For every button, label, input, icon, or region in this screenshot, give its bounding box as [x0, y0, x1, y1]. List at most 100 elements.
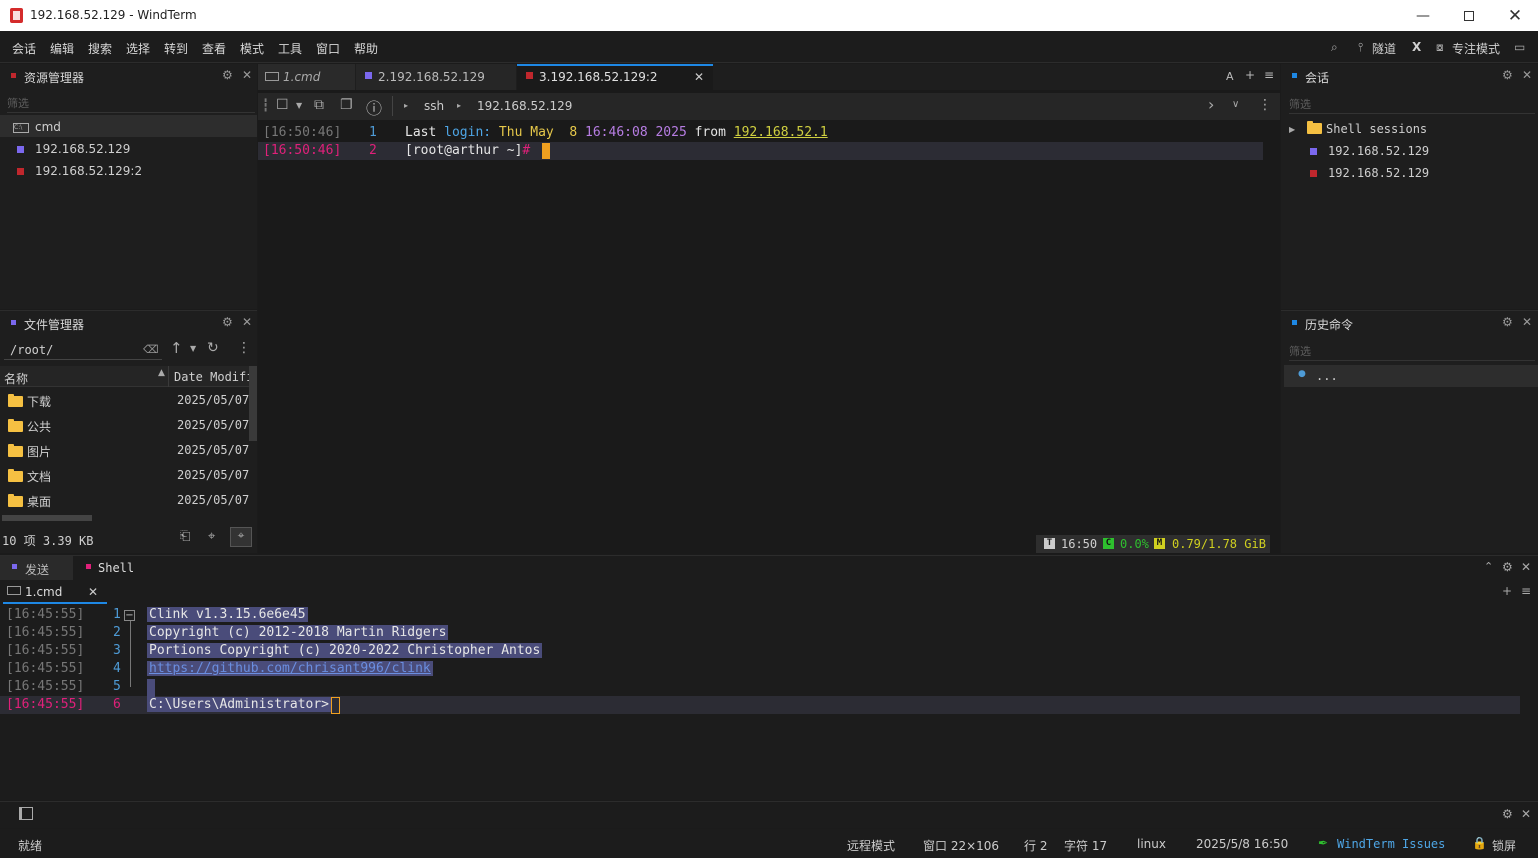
- maximize-button[interactable]: [1446, 0, 1492, 31]
- menu-session[interactable]: 会话: [12, 40, 36, 57]
- vertical-scrollbar[interactable]: [249, 366, 257, 441]
- close-window-button[interactable]: ✕: [1492, 0, 1538, 31]
- gear-icon[interactable]: ⚙: [1502, 560, 1513, 574]
- chevron-down-icon[interactable]: ∨: [1232, 99, 1239, 110]
- tab-3-ssh-active[interactable]: 3.192.168.52.129:2 ✕: [517, 64, 713, 90]
- add-icon[interactable]: +: [1502, 584, 1512, 598]
- chevron-right-icon[interactable]: ›: [1208, 95, 1214, 114]
- up-arrow-icon[interactable]: ↑: [170, 339, 183, 357]
- menu-help[interactable]: 帮助: [354, 40, 378, 57]
- x-button[interactable]: X: [1412, 40, 1421, 54]
- menu-window[interactable]: 窗口: [316, 40, 340, 57]
- chevron-down-icon[interactable]: ▼: [190, 344, 196, 353]
- gear-icon[interactable]: ⚙: [1502, 68, 1513, 82]
- status-window-size[interactable]: 窗口 22×106: [923, 837, 999, 854]
- history-item[interactable]: ● ...: [1284, 365, 1538, 387]
- terminal-line[interactable]: Clink v1.3.15.6e6e45: [147, 607, 308, 622]
- tab-menu-button[interactable]: ≡: [1264, 68, 1274, 82]
- menu-search[interactable]: 搜索: [88, 40, 112, 57]
- explorer-item-cmd[interactable]: C:\ cmd: [13, 120, 61, 134]
- clear-path-icon[interactable]: ⌫: [143, 343, 159, 356]
- gear-icon[interactable]: ⚙: [222, 68, 233, 82]
- status-row[interactable]: 行 2: [1024, 837, 1047, 854]
- menu-tools[interactable]: 工具: [278, 40, 302, 57]
- fold-toggle-icon[interactable]: −: [124, 610, 135, 621]
- tab-2-ssh[interactable]: 2.192.168.52.129: [356, 64, 516, 90]
- column-date[interactable]: Date Modifi: [174, 370, 249, 384]
- drag-handle-icon[interactable]: ┇: [262, 98, 269, 112]
- panel-toggle-icon[interactable]: [19, 807, 33, 820]
- terminal-line-1[interactable]: Last login: Thu May 8 16:46:08 2025 from…: [405, 125, 828, 140]
- file-row[interactable]: 图片: [8, 443, 51, 460]
- file-row[interactable]: 文档: [8, 468, 51, 485]
- close-icon[interactable]: ✕: [1522, 68, 1532, 82]
- close-icon[interactable]: ✕: [242, 68, 252, 82]
- close-icon[interactable]: ✕: [242, 315, 252, 329]
- folder-open-icon[interactable]: ⎗: [180, 529, 190, 544]
- terminal-line[interactable]: C:\Users\Administrator>: [147, 697, 332, 712]
- breadcrumb-protocol[interactable]: ssh: [424, 99, 444, 113]
- menu-view[interactable]: 查看: [202, 40, 226, 57]
- tab-shell[interactable]: Shell: [74, 556, 154, 580]
- font-size-button[interactable]: A: [1226, 70, 1234, 83]
- chevron-up-icon[interactable]: ⌃: [1484, 560, 1493, 573]
- terminal-line-2[interactable]: [root@arthur ~]#: [405, 143, 530, 158]
- session-item[interactable]: 192.168.52.129: [1310, 166, 1429, 180]
- layout-icon[interactable]: ▭: [1514, 40, 1525, 54]
- menu-edit[interactable]: 编辑: [50, 40, 74, 57]
- tab-1-cmd[interactable]: 1.cmd: [258, 64, 355, 90]
- history-filter-input[interactable]: 筛选: [1289, 343, 1535, 361]
- explorer-filter-input[interactable]: 筛选: [7, 95, 255, 113]
- gear-icon[interactable]: ⚙: [1502, 315, 1513, 329]
- file-row[interactable]: 下载: [8, 393, 51, 410]
- more-icon[interactable]: ⋮: [1258, 97, 1272, 113]
- sync-icon[interactable]: ⌖: [230, 527, 252, 547]
- location-icon[interactable]: ⌖: [208, 529, 215, 544]
- new-session-icon[interactable]: ☐: [276, 97, 289, 113]
- terminal-line[interactable]: Portions Copyright (c) 2020-2022 Christo…: [147, 643, 543, 658]
- explorer-item-ssh-2[interactable]: 192.168.52.129:2: [17, 164, 142, 178]
- close-icon[interactable]: ✕: [1521, 807, 1531, 821]
- tunnel-button[interactable]: 隧道: [1372, 40, 1396, 57]
- close-icon[interactable]: ✕: [1521, 560, 1531, 574]
- tab-send[interactable]: 发送: [0, 556, 73, 580]
- focus-mode-button[interactable]: 专注模式: [1452, 40, 1500, 57]
- breadcrumb-host[interactable]: 192.168.52.129: [477, 99, 572, 113]
- session-item[interactable]: 192.168.52.129: [1310, 144, 1429, 158]
- issues-link[interactable]: WindTerm Issues: [1337, 837, 1445, 851]
- column-name[interactable]: 名称: [4, 370, 28, 387]
- lock-screen-button[interactable]: 锁屏: [1492, 837, 1516, 854]
- duplicate-session-icon[interactable]: ⧉: [314, 97, 324, 113]
- tab-close-icon[interactable]: ✕: [694, 70, 704, 84]
- gear-icon[interactable]: ⚙: [1502, 807, 1513, 821]
- terminal-line[interactable]: Copyright (c) 2012-2018 Martin Ridgers: [147, 625, 449, 640]
- file-row[interactable]: 公共: [8, 418, 51, 435]
- new-tab-button[interactable]: +: [1245, 68, 1255, 82]
- session-group[interactable]: Shell sessions: [1307, 121, 1427, 136]
- ip-link[interactable]: 192.168.52.1: [734, 125, 828, 140]
- copy-session-icon[interactable]: ❐: [340, 97, 353, 113]
- minimize-button[interactable]: —: [1400, 0, 1446, 31]
- explorer-item-ssh-1[interactable]: 192.168.52.129: [17, 142, 130, 156]
- status-mode[interactable]: 远程模式: [847, 837, 895, 854]
- status-col[interactable]: 字符 17: [1064, 837, 1107, 854]
- horizontal-scrollbar[interactable]: [2, 515, 92, 521]
- tab-close-icon[interactable]: ✕: [88, 585, 98, 599]
- url-link[interactable]: https://github.com/chrisant996/clink: [147, 661, 433, 676]
- sessions-filter-input[interactable]: 筛选: [1289, 96, 1535, 114]
- gear-icon[interactable]: ⚙: [222, 315, 233, 329]
- file-row[interactable]: 桌面: [8, 493, 51, 510]
- menu-mode[interactable]: 模式: [240, 40, 264, 57]
- chevron-down-icon[interactable]: ▼: [296, 101, 302, 110]
- chevron-right-icon[interactable]: ▶: [1289, 125, 1295, 134]
- path-input[interactable]: /root/: [4, 338, 162, 360]
- menu-goto[interactable]: 转到: [164, 40, 188, 57]
- info-icon[interactable]: ⓘ: [366, 95, 382, 119]
- close-icon[interactable]: ✕: [1522, 315, 1532, 329]
- more-icon[interactable]: ⋮: [237, 340, 251, 356]
- refresh-icon[interactable]: ↻: [207, 340, 219, 356]
- tab-bottom-cmd[interactable]: 1.cmd ✕: [3, 582, 107, 604]
- status-os[interactable]: linux: [1137, 837, 1166, 851]
- search-icon[interactable]: ⌕: [1331, 40, 1338, 55]
- menu-select[interactable]: 选择: [126, 40, 150, 57]
